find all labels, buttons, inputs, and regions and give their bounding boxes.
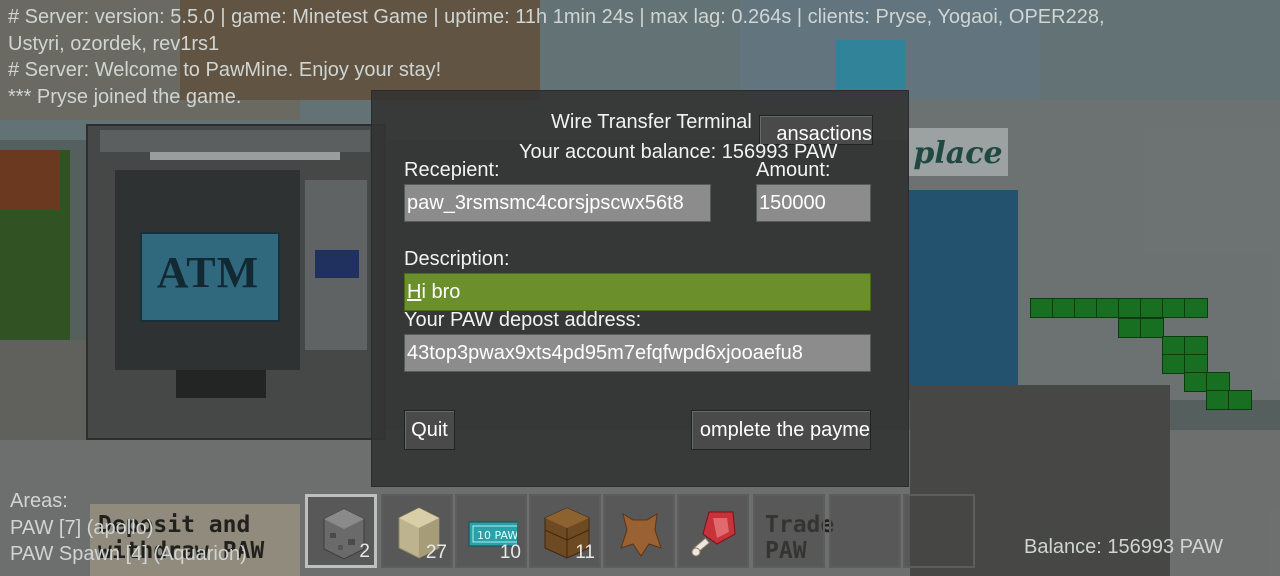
svg-text:10 PAW: 10 PAW xyxy=(477,529,517,542)
chat-line: # Server: Welcome to PawMine. Enjoy your… xyxy=(8,59,442,81)
recipient-label: Recepient: xyxy=(404,159,500,181)
slot-count: 10 xyxy=(499,542,521,563)
text-caret: H xyxy=(407,281,422,303)
areas-hud: Areas: PAW [7] (apollo) PAW Spawn [4] (A… xyxy=(10,488,247,568)
quit-button[interactable]: Quit xyxy=(404,410,455,450)
hotbar-slot[interactable]: 10 PAW 10 xyxy=(455,494,527,568)
dialog-title: Wire Transfer Terminal xyxy=(551,111,752,133)
slot-count: 11 xyxy=(575,542,595,563)
hotbar-slot[interactable]: 2 xyxy=(305,494,377,568)
description-input[interactable]: Hi bro xyxy=(404,273,871,311)
description-text: i bro xyxy=(421,281,461,303)
areas-line: PAW Spawn [4] (Aquarion) xyxy=(10,543,247,565)
balance-hud: Balance: 156993 PAW xyxy=(1024,536,1224,558)
slot-count: 27 xyxy=(425,542,447,563)
areas-line: Areas: xyxy=(10,490,68,512)
hotbar-slot[interactable]: 27 xyxy=(381,494,453,568)
hotbar-slot[interactable] xyxy=(677,494,749,568)
hotbar: 2 27 10 PAW 10 11 xyxy=(301,494,977,576)
amount-label: Amount: xyxy=(756,159,831,181)
leather-icon xyxy=(620,512,662,557)
areas-line: PAW [7] (apollo) xyxy=(10,516,154,539)
hotbar-slot[interactable] xyxy=(603,494,675,568)
recipient-input[interactable]: paw_3rsmsmc4corsjpscwx56t8 xyxy=(404,184,711,222)
deposit-address-field[interactable]: 43top3pwax9xts4pd95m7efqfwpd6xjooaefu8 xyxy=(404,334,871,372)
slot-count: 2 xyxy=(359,541,370,562)
amount-input[interactable]: 150000 xyxy=(756,184,871,222)
wire-transfer-dialog: Wire Transfer Terminal ansactions Your a… xyxy=(371,90,909,487)
complete-payment-button[interactable]: omplete the payme xyxy=(691,410,871,450)
deposit-address-label: Your PAW depost address: xyxy=(404,309,642,331)
hotbar-slot[interactable]: 11 xyxy=(529,494,601,568)
chat-line: Ustyri, ozordek, rev1rs1 xyxy=(8,32,220,55)
hotbar-slot[interactable] xyxy=(903,494,975,568)
chat-line: # Server: version: 5.5.0 | game: Minetes… xyxy=(8,6,1105,28)
description-label: Description: xyxy=(404,248,510,270)
game-viewport[interactable]: place ATM Deposit and withdraw PAW Trade… xyxy=(0,0,1280,576)
hotbar-slot[interactable] xyxy=(829,494,901,568)
raw-meat-icon xyxy=(691,511,736,557)
hotbar-slot[interactable] xyxy=(753,494,825,568)
